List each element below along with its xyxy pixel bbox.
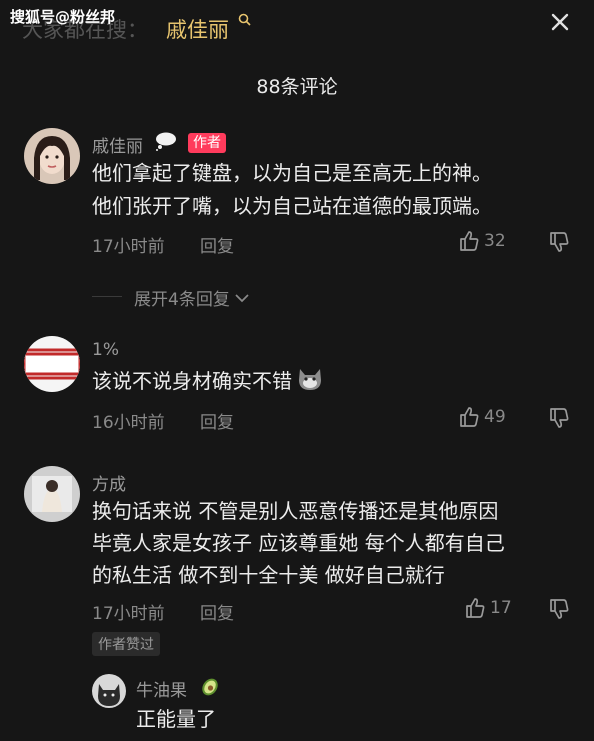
avatar[interactable] [24, 336, 80, 392]
divider [92, 296, 122, 297]
thumbs-down-icon [550, 599, 569, 619]
comment-text-line: 换句话来说 不管是别人恶意传播还是其他原因 [92, 499, 499, 523]
comment-text-line: 的私生活 做不到十全十美 做好自己就行 [92, 563, 445, 587]
comment-count: 88条评论 [256, 76, 338, 98]
thumbs-up-icon [460, 231, 479, 251]
reply-text: 正能量了 [136, 707, 216, 731]
comment-time: 17小时前 [92, 237, 165, 257]
dislike-button[interactable] [548, 598, 570, 624]
comment-text-line: 他们张开了嘴，以为自己站在道德的最顶端。 [92, 194, 492, 218]
expand-replies-button[interactable]: 展开4条回复 [134, 285, 250, 310]
comment-text-line: 毕竟人家是女孩子 应该尊重她 每个人都有自己 [92, 531, 505, 555]
reply-button[interactable]: 回复 [200, 232, 234, 257]
chat-bubble-icon [154, 131, 178, 155]
comment-username[interactable]: 1% [92, 340, 119, 360]
reply-button[interactable]: 回复 [200, 408, 234, 433]
avocado-icon [198, 674, 222, 702]
thumbs-up-icon [466, 598, 485, 618]
comment-text-row: 该说不说身材确实不错 [92, 366, 324, 396]
avatar[interactable] [24, 128, 80, 184]
comment-time: 16小时前 [92, 413, 165, 433]
thumbs-down-icon [550, 408, 569, 428]
thumbs-down-icon [550, 232, 569, 252]
reply-username[interactable]: 牛油果 [136, 676, 187, 701]
like-button[interactable]: 17 [464, 597, 512, 619]
chevron-down-icon [235, 293, 249, 302]
expand-replies-label: 展开4条回复 [134, 290, 230, 310]
comment-username[interactable]: 方成 [92, 470, 126, 495]
author-liked-badge: 作者赞过 [92, 632, 160, 656]
avatar[interactable] [24, 466, 80, 522]
comment-username[interactable]: 戚佳丽 [92, 132, 143, 157]
thumbs-up-icon [460, 407, 479, 427]
like-count: 49 [484, 407, 506, 427]
dislike-button[interactable] [548, 231, 570, 257]
dislike-button[interactable] [548, 407, 570, 433]
like-button[interactable]: 49 [458, 406, 506, 428]
like-button[interactable]: 32 [458, 230, 506, 252]
comment-text-line: 他们拿起了键盘，以为自己是至高无上的神。 [92, 161, 492, 185]
watermark: 搜狐号@粉丝邦 [10, 8, 116, 26]
avatar[interactable] [92, 674, 126, 708]
close-button[interactable] [546, 8, 574, 36]
search-icon[interactable] [238, 13, 251, 30]
like-count: 32 [484, 231, 506, 251]
cat-emoji-icon [296, 366, 324, 396]
close-icon [551, 13, 569, 31]
author-badge: 作者 [188, 133, 226, 153]
comment-time: 17小时前 [92, 604, 165, 624]
reply-button[interactable]: 回复 [200, 599, 234, 624]
like-count: 17 [490, 598, 512, 618]
search-term-link[interactable]: 戚佳丽 [166, 14, 229, 44]
comment-text-line: 该说不说身材确实不错 [92, 369, 292, 393]
